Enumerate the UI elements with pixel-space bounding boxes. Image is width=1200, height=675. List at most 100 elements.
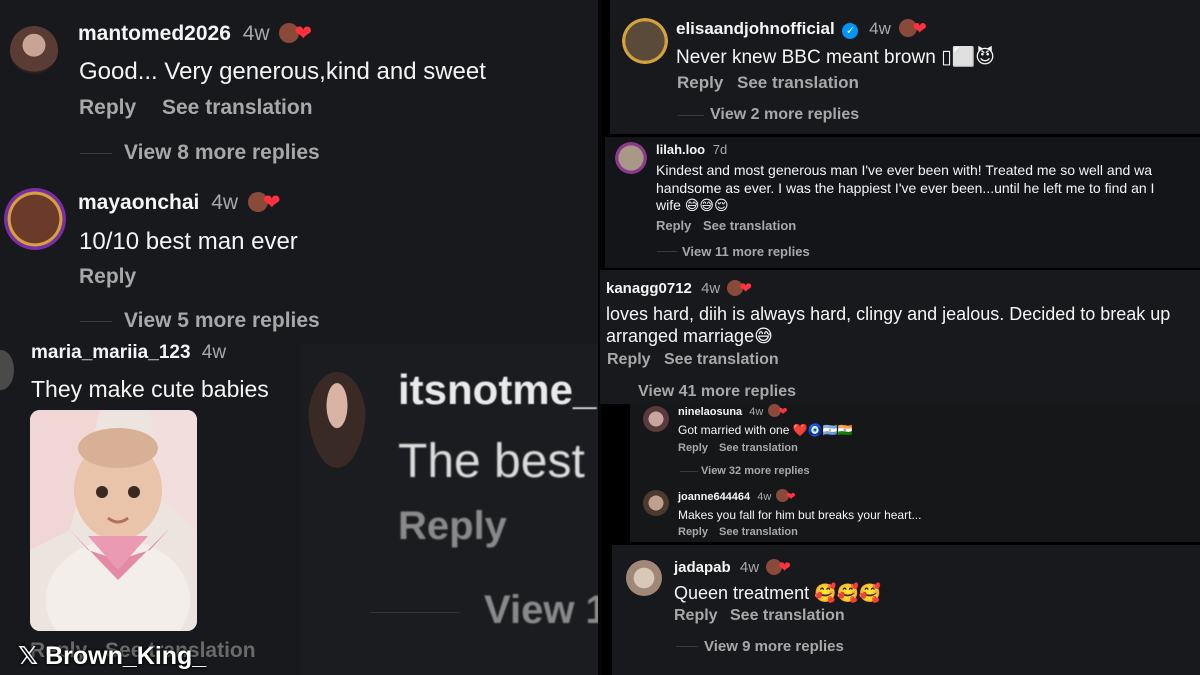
comment-kanagg0712: kanagg0712 4w ❤ loves hard, diih is alwa… bbox=[600, 270, 1200, 404]
username[interactable]: itsnotme_ bbox=[398, 366, 596, 414]
divider bbox=[80, 321, 112, 322]
comment-header: maria_mariia_123 4w bbox=[31, 342, 226, 364]
avatar[interactable] bbox=[626, 560, 662, 596]
see-translation-button[interactable]: See translation bbox=[664, 351, 779, 369]
comment-header: elisaandjohnofficial ✓ 4w ❤ bbox=[676, 19, 927, 39]
view-more-replies[interactable]: View 8 more replies bbox=[124, 141, 320, 165]
see-translation-button[interactable]: See translation bbox=[719, 526, 798, 538]
comment-header: joanne644464 4w ❤ bbox=[678, 489, 796, 503]
comment-header: ninelaosuna 4w ❤ bbox=[678, 404, 788, 418]
zoomed-comment: itsnotme_ The best Reply View 1 bbox=[300, 344, 598, 675]
reply-button[interactable]: Reply bbox=[398, 504, 507, 549]
comment-text: Makes you fall for him but breaks your h… bbox=[678, 508, 922, 522]
avatar[interactable] bbox=[308, 372, 366, 468]
see-translation-button[interactable]: See translation bbox=[703, 218, 796, 233]
view-more-replies[interactable]: View 9 more replies bbox=[704, 638, 844, 655]
username[interactable]: jadapab bbox=[674, 559, 731, 576]
username[interactable]: joanne644464 bbox=[678, 491, 750, 503]
creator-heart-icon: ❤ bbox=[247, 191, 281, 214]
see-translation-button[interactable]: See translation bbox=[737, 73, 859, 93]
comment-header: mantomed2026 4w ❤ bbox=[78, 21, 312, 46]
avatar[interactable] bbox=[643, 490, 669, 516]
divider bbox=[676, 646, 698, 647]
avatar[interactable] bbox=[615, 142, 647, 174]
reply-button[interactable]: Reply bbox=[674, 607, 718, 625]
comment-header: lilah.loo 7d bbox=[656, 142, 727, 157]
comment-elisaandjohnofficial: elisaandjohnofficial ✓ 4w ❤ Never knew B… bbox=[610, 0, 1200, 134]
avatar[interactable] bbox=[0, 350, 14, 390]
timestamp: 4w bbox=[701, 280, 721, 297]
avatar[interactable] bbox=[4, 188, 66, 250]
timestamp: 4w bbox=[869, 19, 891, 38]
verified-badge-icon: ✓ bbox=[842, 23, 859, 39]
baby-photo-image bbox=[30, 410, 197, 631]
emoji-tail: ▯⬜😈 bbox=[941, 46, 995, 68]
reply-button[interactable]: Reply bbox=[79, 96, 136, 120]
comment-lilah-loo: lilah.loo 7d Kindest and most generous m… bbox=[605, 137, 1200, 268]
comment-ninelaosuna-joanne: ninelaosuna 4w ❤ Got married with one ❤️… bbox=[630, 404, 1200, 542]
avatar[interactable] bbox=[643, 406, 669, 432]
creator-heart-icon: ❤ bbox=[776, 489, 796, 503]
reply-button[interactable]: Reply bbox=[677, 73, 723, 93]
comment-text-line: wife 😅😅😌 bbox=[656, 197, 729, 213]
comment-text: The best bbox=[398, 435, 585, 488]
view-more-replies[interactable]: View 32 more replies bbox=[701, 465, 810, 477]
comment-jadapab: jadapab 4w ❤ Queen treatment 🥰🥰🥰 Reply S… bbox=[612, 545, 1200, 675]
username[interactable]: lilah.loo bbox=[656, 142, 705, 157]
comment-text-line: Kindest and most generous man I've ever … bbox=[656, 162, 1153, 178]
comment-text: Good... Very generous,kind and sweet bbox=[79, 58, 486, 85]
divider bbox=[678, 115, 704, 116]
reply-button[interactable]: Reply bbox=[656, 218, 691, 233]
view-more-replies[interactable]: View 1 bbox=[484, 588, 598, 633]
divider bbox=[80, 153, 112, 154]
timestamp: 4w bbox=[749, 406, 764, 418]
timestamp: 7d bbox=[712, 142, 728, 157]
username[interactable]: maria_mariia_123 bbox=[31, 342, 191, 363]
username[interactable]: elisaandjohnofficial bbox=[676, 19, 835, 38]
username[interactable]: ninelaosuna bbox=[678, 406, 742, 418]
username[interactable]: mayaonchai bbox=[78, 191, 199, 214]
comment-text-line: handsome as ever. I was the happiest I'v… bbox=[656, 180, 1155, 196]
comment-text: They make cute babies bbox=[31, 376, 269, 402]
creator-heart-icon: ❤ bbox=[898, 19, 927, 38]
comment-text-line: loves hard, diih is always hard, clingy … bbox=[606, 304, 1171, 324]
divider bbox=[370, 612, 460, 613]
avatar[interactable] bbox=[622, 18, 668, 64]
comment-text-line: arranged marriage😅 bbox=[606, 326, 773, 346]
username[interactable]: kanagg0712 bbox=[606, 280, 692, 297]
view-more-replies[interactable]: View 2 more replies bbox=[710, 106, 859, 124]
username[interactable]: mantomed2026 bbox=[78, 22, 231, 45]
reply-button[interactable]: Reply bbox=[678, 442, 708, 454]
view-more-replies[interactable]: View 41 more replies bbox=[638, 383, 796, 401]
avatar[interactable] bbox=[10, 26, 58, 74]
baby-photo[interactable] bbox=[30, 410, 197, 631]
comment-text: 10/10 best man ever bbox=[79, 228, 298, 255]
timestamp: 4w bbox=[757, 491, 772, 503]
emoji-tail: 🥰🥰🥰 bbox=[814, 583, 882, 603]
timestamp: 4w bbox=[242, 22, 270, 45]
comment-header: mayaonchai 4w ❤ bbox=[78, 190, 281, 215]
creator-heart-icon: ❤ bbox=[279, 22, 312, 45]
comment-text: Queen treatment 🥰🥰🥰 bbox=[674, 583, 882, 603]
reply-button[interactable]: Reply bbox=[607, 351, 651, 369]
timestamp: 4w bbox=[739, 559, 760, 576]
reply-button[interactable]: Reply bbox=[678, 526, 708, 538]
divider bbox=[680, 471, 698, 472]
timestamp: 4w bbox=[201, 342, 227, 363]
view-more-replies[interactable]: View 11 more replies bbox=[682, 244, 810, 259]
watermark: 𝕏 Brown_King_ bbox=[18, 642, 207, 670]
creator-heart-icon: ❤ bbox=[766, 559, 791, 576]
reply-button[interactable]: Reply bbox=[79, 265, 136, 289]
comment-text: Got married with one ❤️🧿🇦🇷🇮🇳 bbox=[678, 423, 853, 437]
left-comments-screenshot: mantomed2026 4w ❤ Good... Very generous,… bbox=[0, 0, 598, 675]
emoji-tail: ❤️🧿🇦🇷🇮🇳 bbox=[792, 423, 853, 437]
timestamp: 4w bbox=[211, 191, 239, 214]
see-translation-button[interactable]: See translation bbox=[730, 607, 845, 625]
see-translation-button[interactable]: See translation bbox=[719, 442, 798, 454]
comment-header: jadapab 4w ❤ bbox=[674, 558, 791, 576]
view-more-replies[interactable]: View 5 more replies bbox=[124, 309, 320, 333]
creator-heart-icon: ❤ bbox=[727, 280, 752, 297]
comment-header: kanagg0712 4w ❤ bbox=[606, 279, 752, 297]
see-translation-button[interactable]: See translation bbox=[162, 96, 313, 120]
creator-heart-icon: ❤ bbox=[768, 404, 788, 418]
